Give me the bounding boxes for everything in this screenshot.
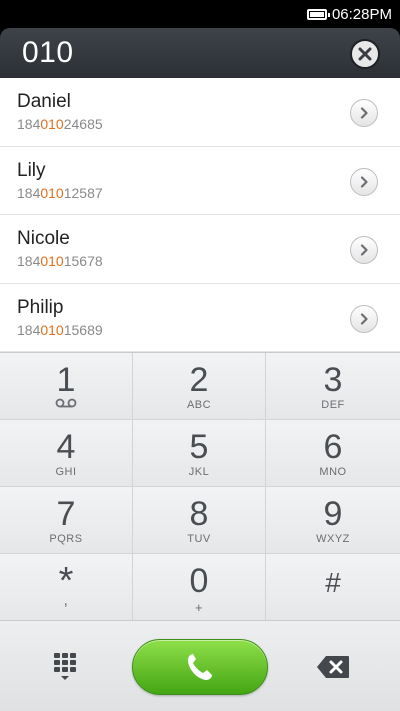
contact-row[interactable]: Nicole 18401015678 (0, 215, 400, 284)
contact-detail-button[interactable] (350, 99, 378, 127)
number-match: 010 (40, 116, 64, 132)
dial-keypad: 1 2 ABC 3 DEF 4 GHI 5 JKL 6 MNO 7 PQRS 8… (0, 352, 400, 621)
number-match: 010 (40, 321, 64, 338)
key-3[interactable]: 3 DEF (266, 353, 400, 420)
contact-number: 18401024685 (17, 116, 103, 132)
chevron-right-icon (360, 107, 368, 119)
contact-name: Daniel (17, 91, 71, 112)
search-query[interactable]: 010 (22, 36, 74, 70)
key-6[interactable]: 6 MNO (266, 420, 400, 487)
contact-row[interactable]: Lily 18401012587 (0, 147, 400, 215)
phone-icon (188, 654, 212, 680)
close-icon (358, 47, 372, 61)
key-2[interactable]: 2 ABC (133, 353, 266, 420)
contact-number: 18401015689 (17, 321, 103, 338)
dialpad-icon[interactable] (52, 651, 78, 683)
contact-name: Nicole (17, 228, 70, 249)
number-match: 010 (40, 253, 64, 269)
key-hash[interactable]: # (266, 554, 400, 621)
search-header: 010 (0, 28, 400, 78)
number-match: 010 (40, 184, 64, 201)
voicemail-icon (55, 398, 77, 408)
key-8[interactable]: 8 TUV (133, 487, 266, 554)
status-bar: 06:28PM (0, 0, 400, 28)
contact-name: Lily (17, 159, 46, 181)
chevron-right-icon (360, 244, 368, 256)
key-4[interactable]: 4 GHI (0, 420, 133, 487)
contact-detail-button[interactable] (350, 304, 378, 333)
contact-name: Philip (17, 296, 64, 318)
contact-number: 18401012587 (17, 184, 103, 201)
contact-number: 18401015678 (17, 253, 103, 269)
chevron-right-icon (360, 312, 368, 325)
contact-row[interactable]: Philip 18401015689 (0, 284, 400, 352)
key-1[interactable]: 1 (0, 353, 133, 420)
search-results-list: Daniel 18401024685 Lily 18401012587 Nico… (0, 78, 400, 352)
contact-detail-button[interactable] (350, 167, 378, 196)
key-star[interactable]: * , (0, 554, 133, 621)
clear-search-button[interactable] (350, 39, 380, 69)
backspace-icon[interactable] (316, 655, 350, 679)
key-5[interactable]: 5 JKL (133, 420, 266, 487)
key-7[interactable]: 7 PQRS (0, 487, 133, 554)
key-0[interactable]: 0 + (133, 554, 266, 621)
status-time: 06:28PM (331, 5, 392, 23)
key-9[interactable]: 9 WXYZ (266, 487, 400, 554)
chevron-right-icon (360, 175, 368, 188)
dialer-action-bar (0, 620, 400, 711)
contact-row[interactable]: Daniel 18401024685 (0, 78, 400, 147)
contact-detail-button[interactable] (350, 236, 378, 264)
call-button[interactable] (132, 639, 268, 695)
battery-icon (306, 8, 330, 20)
